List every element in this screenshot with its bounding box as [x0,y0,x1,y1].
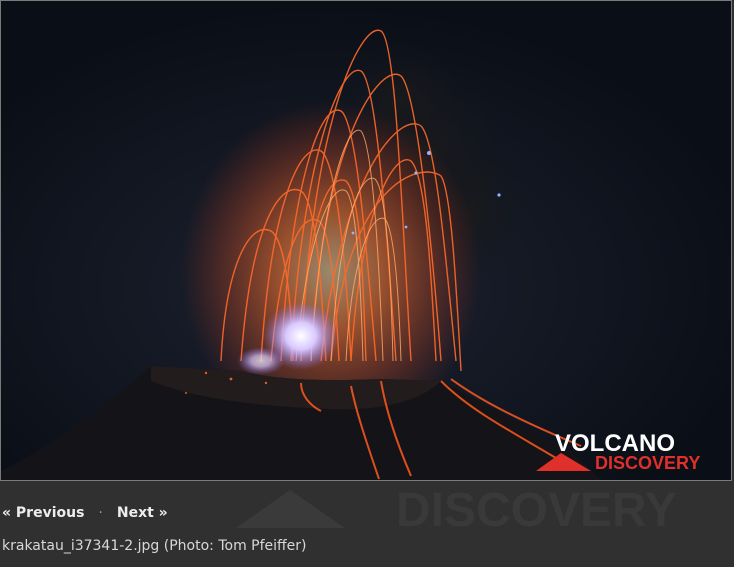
logo-line2: DISCOVERY [595,453,700,473]
volcano-eruption-image: VOLCANO DISCOVERY [1,1,731,480]
previous-link[interactable]: « Previous [2,505,84,521]
watermark-triangle-icon [236,490,345,528]
next-link[interactable]: Next » [117,505,168,521]
watermark-text: DISCOVERY [396,484,677,537]
nav-separator: · [98,505,103,521]
image-caption: krakatau_i37341-2.jpg (Photo: Tom Pfeiff… [2,538,307,554]
pagination-nav: « Previous · Next » [2,503,168,523]
main-photo[interactable]: VOLCANO DISCOVERY [0,0,732,481]
image-viewer-page: DISCOVERY VOLCANO DISCOVERY « Previous ·… [0,0,734,567]
